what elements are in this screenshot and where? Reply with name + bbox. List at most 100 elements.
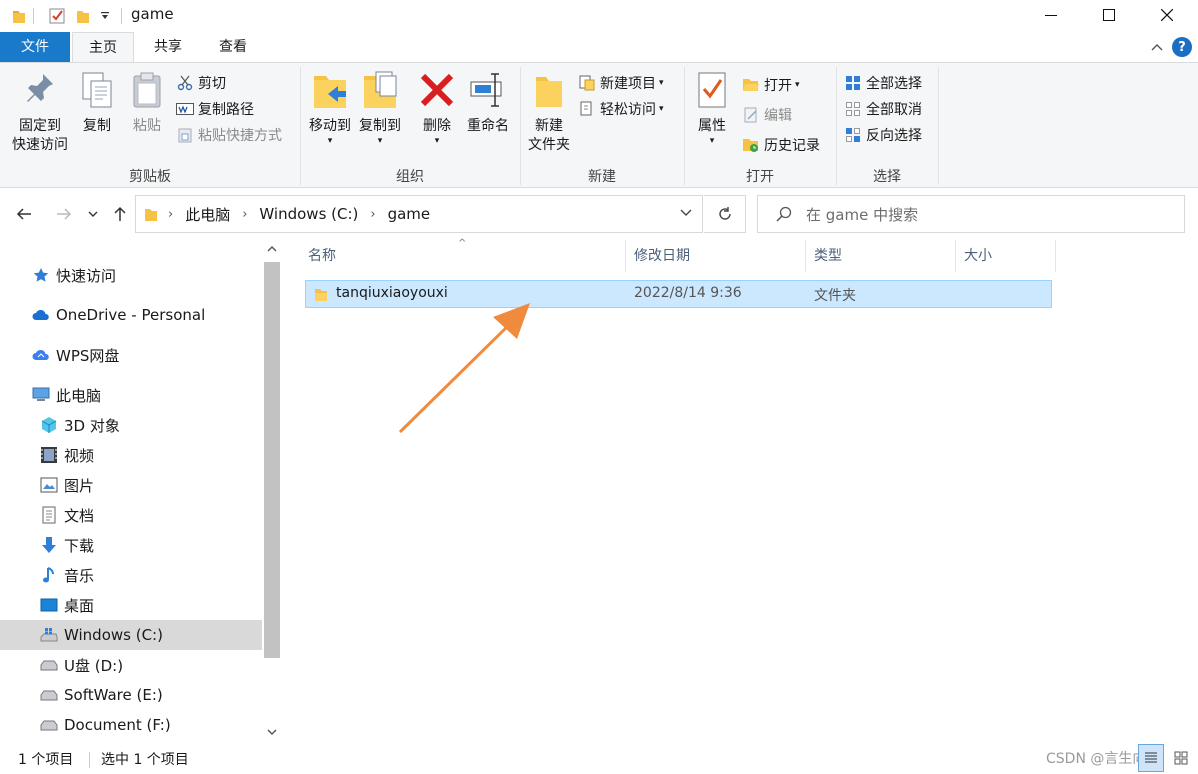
navigation-bar: › 此电脑 › Windows (C:) › game 在 game 中搜索 (0, 188, 1198, 240)
close-button[interactable] (1138, 0, 1196, 30)
properties-icon (692, 69, 732, 111)
nav-scrollbar-thumb[interactable] (264, 262, 280, 658)
select-none-button[interactable]: 全部取消 (844, 98, 922, 120)
chevron-down-icon (88, 211, 98, 217)
nav-3d-objects[interactable]: 3D 对象 (0, 410, 262, 440)
address-dropdown-icon[interactable] (680, 209, 692, 217)
scroll-down-icon[interactable] (267, 728, 277, 736)
invert-selection-button[interactable]: 反向选择 (844, 124, 922, 146)
back-button[interactable] (12, 202, 36, 226)
status-bar: 1 个项目 选中 1 个项目 CSDN @言生向吗 (0, 744, 1198, 774)
copy-path-button[interactable]: 复制路径 (176, 98, 254, 120)
nav-quick-access[interactable]: 快速访问 (0, 260, 262, 290)
clipboard-group-label: 剪贴板 (129, 169, 171, 185)
forward-button[interactable] (52, 202, 76, 226)
nav-videos[interactable]: 视频 (0, 440, 262, 470)
copy-to-icon (360, 69, 400, 111)
tab-home[interactable]: 主页 (72, 32, 134, 63)
search-input[interactable]: 在 game 中搜索 (757, 195, 1185, 233)
delete-button[interactable]: 删除 ▾ (416, 69, 458, 146)
nav-onedrive[interactable]: OneDrive - Personal (0, 300, 262, 330)
properties-button[interactable]: 属性 ▾ (690, 69, 734, 146)
refresh-icon (718, 207, 731, 220)
new-folder-quick-icon[interactable] (72, 0, 94, 32)
breadcrumb-game[interactable]: game (388, 205, 431, 223)
copy-button[interactable]: 复制 (76, 69, 118, 136)
paste-shortcut-button[interactable]: 粘贴快捷方式 (176, 124, 282, 146)
new-folder-label-1: 新建 (535, 118, 563, 134)
folder-icon (314, 286, 328, 306)
easy-access-button[interactable]: 轻松访问 ▾ (578, 98, 664, 120)
nav-documents[interactable]: 文档 (0, 500, 262, 530)
nav-windows-c[interactable]: Windows (C:) (0, 620, 262, 650)
copy-path-label: 复制路径 (198, 102, 254, 118)
refresh-button[interactable] (704, 195, 746, 233)
nav-desktop[interactable]: 桌面 (0, 590, 262, 620)
move-to-button[interactable]: 移动到 ▾ (304, 69, 356, 146)
paste-button[interactable]: 粘贴 (126, 69, 168, 136)
tab-view[interactable]: 查看 (202, 32, 264, 62)
nav-quick-access-label: 快速访问 (56, 266, 117, 285)
column-header-name[interactable]: 名称 (300, 240, 626, 272)
nav-this-pc[interactable]: 此电脑 (0, 380, 262, 410)
select-group-label: 选择 (873, 169, 901, 185)
select-none-icon (844, 100, 862, 118)
select-all-button[interactable]: 全部选择 (844, 72, 922, 94)
nav-software-e[interactable]: SoftWare (E:) (0, 680, 262, 710)
history-button[interactable]: 历史记录 (742, 134, 820, 156)
cut-button[interactable]: 剪切 (176, 72, 226, 94)
column-header-type[interactable]: 类型 (806, 240, 956, 272)
new-folder-button[interactable]: 新建 文件夹 (524, 69, 574, 155)
edit-button[interactable]: 编辑 (742, 104, 792, 126)
breadcrumb-separator[interactable]: › (168, 207, 173, 222)
nav-downloads-label: 下载 (64, 536, 95, 555)
new-item-button[interactable]: 新建项目 ▾ (578, 72, 664, 94)
cloud-icon (32, 306, 50, 324)
properties-dropdown-icon: ▾ (709, 136, 715, 146)
drive-icon (40, 716, 58, 734)
open-button[interactable]: 打开 ▾ (742, 74, 800, 96)
address-bar[interactable]: › 此电脑 › Windows (C:) › game (135, 195, 703, 233)
delete-dropdown-icon: ▾ (434, 136, 440, 146)
window-title: game (131, 5, 174, 23)
open-dropdown-icon: ▾ (795, 80, 800, 90)
help-icon[interactable]: ? (1172, 37, 1192, 57)
breadcrumb-separator[interactable]: › (242, 207, 247, 222)
pin-to-quick-access-button[interactable]: 固定到 快速访问 (8, 69, 72, 155)
scroll-up-icon[interactable] (267, 245, 277, 253)
nav-wps[interactable]: WPS网盘 (0, 340, 262, 370)
properties-quick-icon[interactable] (46, 0, 68, 32)
nav-software-e-label: SoftWare (E:) (64, 686, 163, 704)
rename-button[interactable]: 重命名 (462, 69, 514, 136)
column-header-size[interactable]: 大小 (956, 240, 1056, 272)
copy-to-button[interactable]: 复制到 ▾ (356, 69, 404, 146)
nav-pictures[interactable]: 图片 (0, 470, 262, 500)
customize-quick-access-icon[interactable] (96, 0, 114, 32)
nav-document-f[interactable]: Document (F:) (0, 710, 262, 740)
nav-downloads[interactable]: 下载 (0, 530, 262, 560)
new-folder-label-2: 文件夹 (528, 137, 570, 153)
nav-videos-label: 视频 (64, 446, 95, 465)
nav-desktop-label: 桌面 (64, 596, 95, 615)
copy-path-icon (176, 100, 194, 118)
breadcrumb-windows-c[interactable]: Windows (C:) (259, 205, 358, 223)
annotation-arrow (398, 303, 530, 434)
breadcrumb-this-pc[interactable]: 此电脑 (185, 204, 230, 225)
breadcrumb-separator[interactable]: › (370, 207, 375, 222)
column-header-modified[interactable]: 修改日期 (626, 240, 806, 272)
open-group-label: 打开 (746, 169, 774, 185)
large-icons-view-icon (1174, 751, 1188, 765)
up-button[interactable] (108, 202, 132, 226)
minimize-button[interactable] (1022, 0, 1080, 30)
tab-share[interactable]: 共享 (137, 32, 199, 62)
recent-locations-button[interactable] (84, 202, 102, 226)
details-view-button[interactable] (1138, 744, 1164, 772)
nav-music[interactable]: 音乐 (0, 560, 262, 590)
maximize-button[interactable] (1080, 0, 1138, 30)
pin-label-1: 固定到 (19, 118, 61, 134)
nav-udisk-d[interactable]: U盘 (D:) (0, 650, 262, 680)
history-icon (742, 136, 760, 154)
collapse-ribbon-icon[interactable] (1148, 38, 1166, 56)
tab-file[interactable]: 文件 (0, 32, 70, 62)
large-icons-view-button[interactable] (1168, 744, 1194, 772)
